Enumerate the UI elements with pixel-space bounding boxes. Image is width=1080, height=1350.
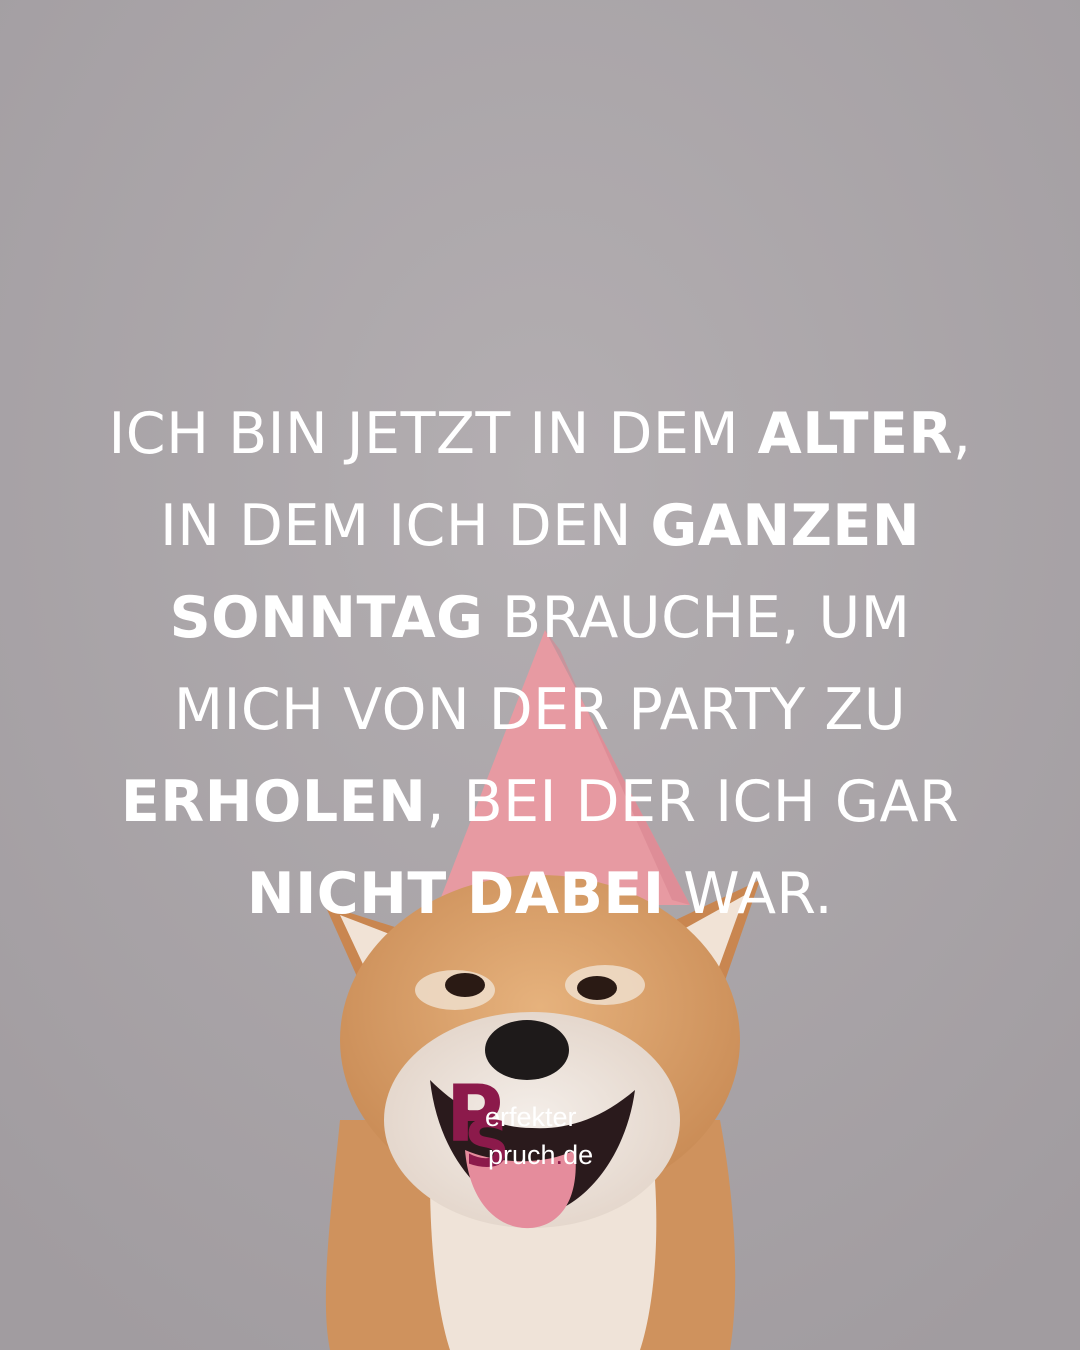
quote-emphasis: erholen [120,769,427,835]
quote-line: Ich bin jetzt in dem Alter, [40,388,1040,480]
quote-emphasis: Sonntag [169,585,484,651]
right-eye [577,976,617,1000]
quote-line: Sonntag brauche, um [40,572,1040,664]
quote-emphasis: nicht dabei [246,861,665,927]
logo-text-line2: pruch.de [488,1140,593,1171]
logo-text-de: de [563,1140,594,1170]
quote-emphasis: Alter [757,401,953,467]
quote-line: in dem ich den ganzen [40,480,1040,572]
quote-line: mich von der Party zu [40,664,1040,756]
quote-line: nicht dabei war. [40,848,1040,940]
quote-segment: , bei der ich gar [426,769,960,835]
quote-segment: , [952,401,972,467]
quote-emphasis: ganzen [650,493,921,559]
quote-segment: Ich bin jetzt in dem [108,401,758,467]
quote-segment: mich von der Party zu [173,677,907,743]
quote-line: erholen, bei der ich gar [40,756,1040,848]
logo-dot: . [555,1140,564,1170]
logo-text-pruch: pruch [488,1140,556,1170]
quote-segment: brauche, um [483,585,911,651]
quote-segment: war. [664,861,834,927]
brand-logo: P S erfekter pruch.de [446,1074,646,1182]
quote-segment: in dem ich den [159,493,651,559]
left-eye [445,973,485,997]
quote-card: Ich bin jetzt in dem Alter, in dem ich de… [0,0,1080,1350]
logo-text-line1: erfekter [485,1102,577,1132]
quote-text: Ich bin jetzt in dem Alter, in dem ich de… [40,388,1040,940]
